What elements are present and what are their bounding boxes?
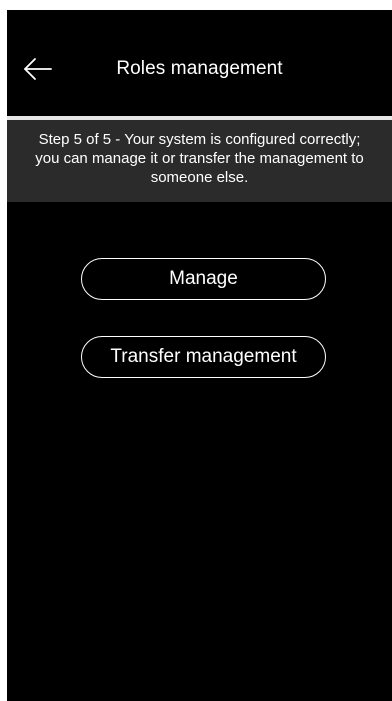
app-screen: Roles management Step 5 of 5 - Your syst… [7,10,392,701]
transfer-management-button[interactable]: Transfer management [81,336,326,378]
manage-button-label: Manage [169,268,238,289]
transfer-management-button-label: Transfer management [110,346,297,367]
step-banner: Step 5 of 5 - Your system is configured … [7,120,392,202]
manage-button[interactable]: Manage [81,258,326,300]
header-bar: Roles management [7,10,392,116]
page-title: Roles management [116,58,283,79]
